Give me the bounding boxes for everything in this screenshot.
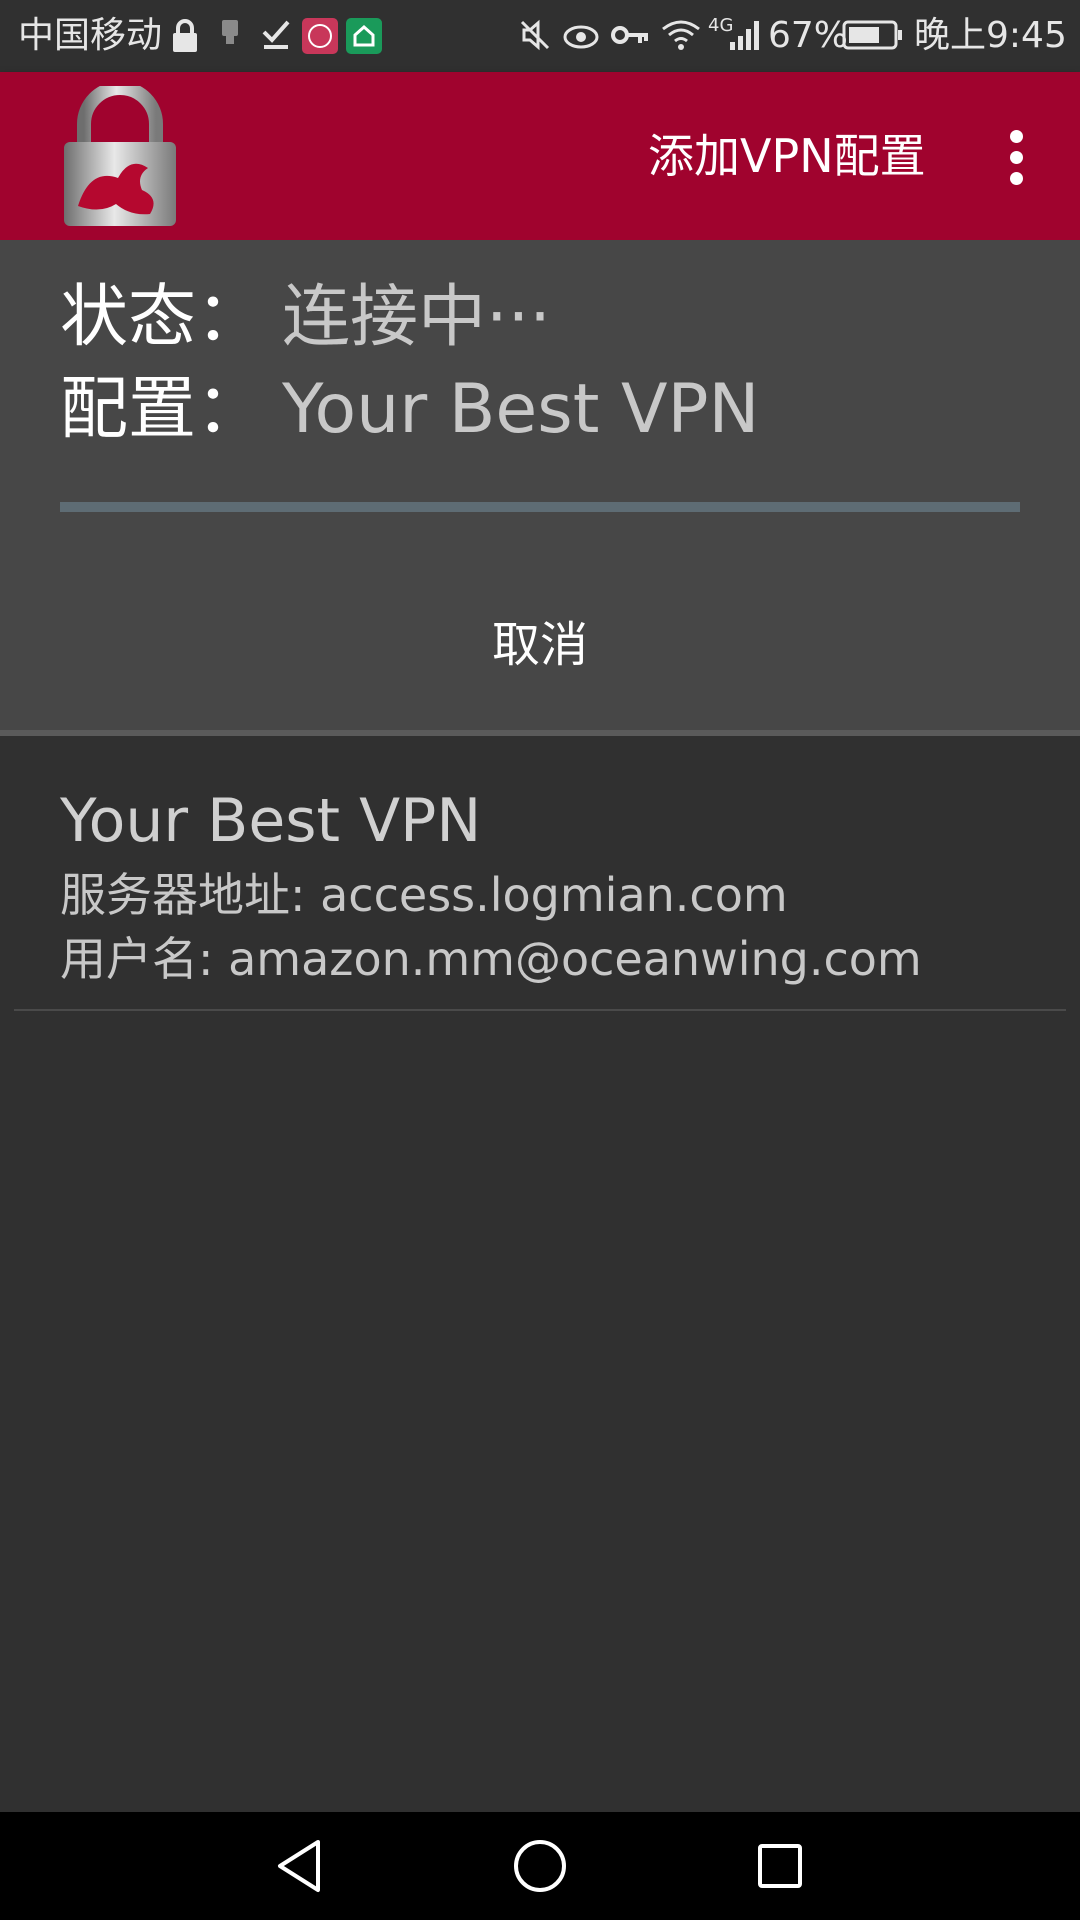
navigation-bar bbox=[0, 1812, 1080, 1920]
signal-icon bbox=[730, 21, 759, 50]
list-divider bbox=[14, 1009, 1066, 1011]
wifi-icon bbox=[662, 20, 700, 50]
profile-label: 配置： bbox=[60, 370, 265, 449]
usb-debug-icon bbox=[222, 20, 238, 44]
cancel-button[interactable]: 取消 bbox=[440, 600, 640, 690]
download-done-icon bbox=[262, 20, 290, 49]
status-value: 连接中··· bbox=[282, 278, 551, 357]
profile-server: 服务器地址: access.logmian.com bbox=[60, 868, 788, 922]
home-icon[interactable] bbox=[508, 1834, 572, 1898]
connection-progress-bar bbox=[60, 502, 1020, 512]
add-vpn-profile-button[interactable]: 添加VPN配置 bbox=[648, 128, 926, 184]
mute-icon bbox=[520, 19, 550, 51]
status-label: 状态： bbox=[60, 278, 265, 357]
overflow-menu-icon[interactable] bbox=[996, 130, 1036, 186]
app-bar: 添加VPN配置 bbox=[0, 72, 1080, 240]
eye-comfort-icon bbox=[563, 25, 599, 49]
clock: 晚上9:45 bbox=[914, 15, 1067, 56]
profile-row: 配置： Your Best VPN bbox=[60, 370, 759, 450]
app-notification-icon bbox=[302, 18, 338, 54]
battery-icon bbox=[842, 20, 902, 50]
battery-percent: 67% bbox=[768, 15, 849, 56]
carrier-label: 中国移动 bbox=[18, 15, 163, 56]
profile-name: Your Best VPN bbox=[60, 786, 482, 856]
profile-value: Your Best VPN bbox=[282, 370, 760, 449]
vpn-key-icon bbox=[611, 26, 648, 44]
status-bar: 中国移动 4G 67% 晚上9:45 bbox=[0, 0, 1080, 72]
back-icon[interactable] bbox=[268, 1834, 332, 1898]
vpn-status-panel: 状态： 连接中··· 配置： Your Best VPN 取消 bbox=[0, 240, 1080, 730]
profile-username: 用户名: amazon.mm@oceanwing.com bbox=[60, 932, 922, 986]
vpn-profile-list-item[interactable]: Your Best VPN 服务器地址: access.logmian.com … bbox=[0, 736, 1080, 1010]
lock-sync-icon bbox=[173, 19, 197, 52]
strongswan-lock-logo-icon bbox=[64, 86, 176, 226]
status-row: 状态： 连接中··· bbox=[60, 278, 551, 358]
recents-icon[interactable] bbox=[748, 1834, 812, 1898]
home-app-icon bbox=[346, 18, 382, 54]
